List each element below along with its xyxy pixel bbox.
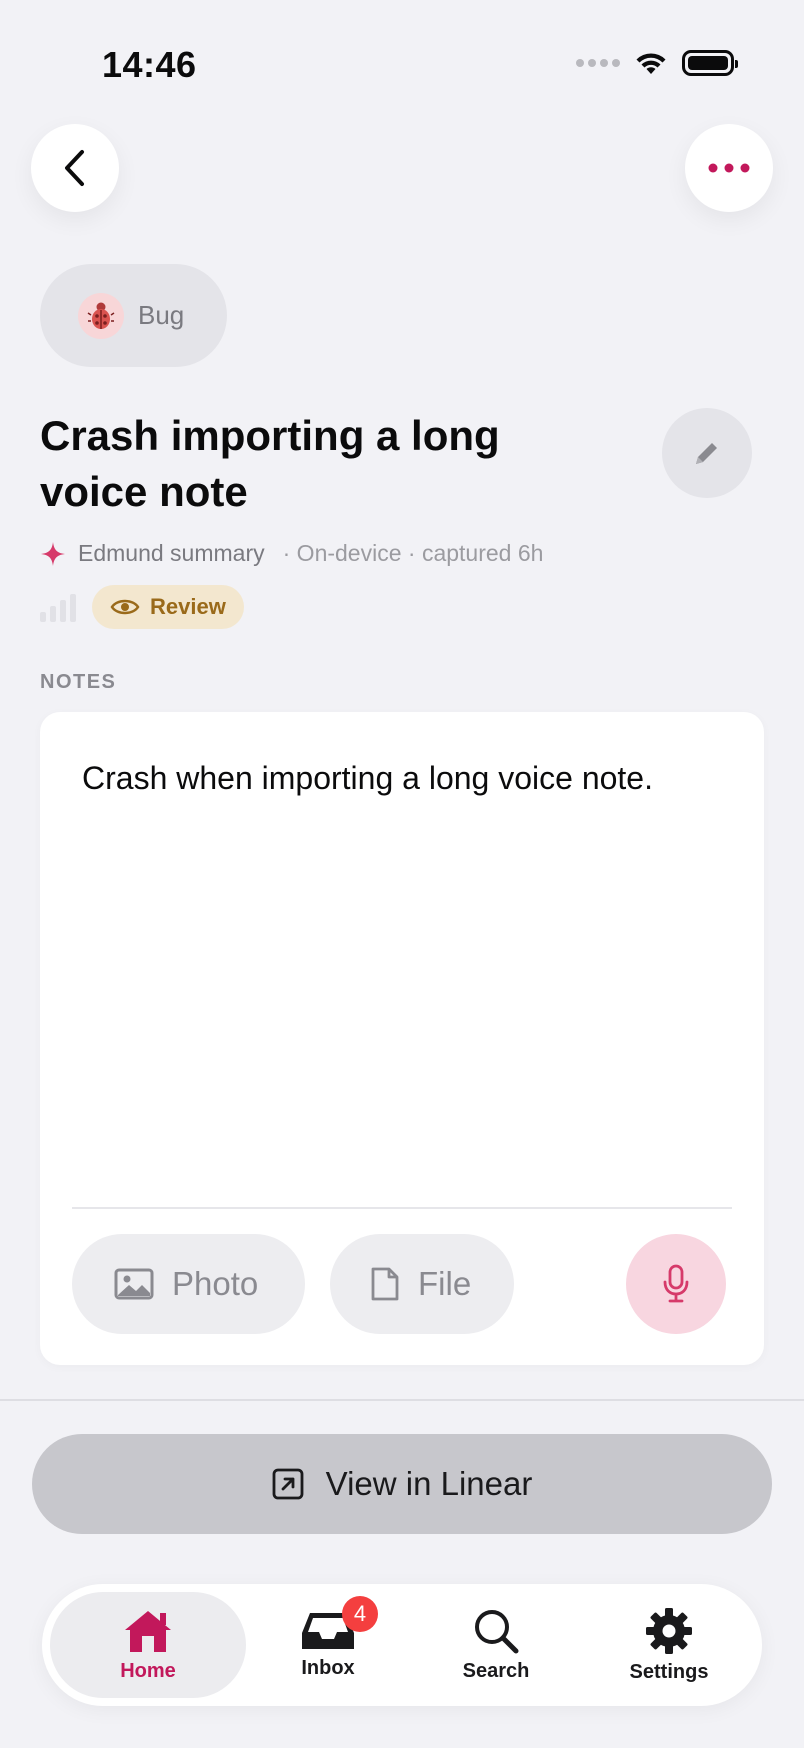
capture-info: · On-device · captured 6h	[282, 540, 544, 566]
summary-meta-row: Edmund summary · On-device · captured 6h	[40, 540, 543, 567]
tab-settings[interactable]: Settings	[584, 1592, 754, 1698]
record-voice-button[interactable]	[626, 1234, 726, 1334]
notes-card: Crash when importing a long voice note. …	[40, 712, 764, 1365]
issue-type-chip[interactable]: Bug	[40, 264, 227, 367]
issue-type-label: Bug	[138, 300, 185, 330]
tab-search[interactable]: Search	[416, 1592, 576, 1698]
pencil-icon	[696, 443, 717, 464]
eye-icon	[110, 599, 140, 615]
tab-search-label: Search	[462, 1659, 530, 1682]
inbox-badge: 4	[342, 1596, 378, 1632]
photo-label: Photo	[172, 1265, 259, 1302]
tab-settings-label: Settings	[629, 1660, 709, 1683]
microphone-icon	[663, 1264, 689, 1303]
attach-photo-button[interactable]: Photo	[72, 1234, 305, 1334]
sparkle-icon	[41, 541, 65, 566]
priority-bars-icon	[40, 594, 76, 622]
tab-inbox[interactable]: 4 Inbox	[248, 1592, 408, 1698]
photo-icon	[114, 1268, 154, 1300]
back-button[interactable]	[31, 124, 119, 212]
tab-home-label: Home	[120, 1659, 176, 1682]
wifi-icon	[636, 53, 666, 74]
tab-inbox-label: Inbox	[301, 1656, 355, 1679]
ladybug-icon	[78, 292, 124, 339]
house-icon	[125, 1610, 171, 1652]
gear-icon	[646, 1607, 692, 1654]
view-in-linear-label: View in Linear	[325, 1465, 533, 1502]
external-link-icon	[272, 1468, 304, 1500]
chevron-left-icon	[65, 150, 84, 186]
document-icon	[371, 1267, 399, 1301]
status-time: 14:46	[102, 44, 197, 85]
notes-divider	[72, 1207, 732, 1209]
issue-title: Crash importing a long voice note	[40, 412, 500, 515]
summary-source: Edmund summary	[78, 540, 265, 566]
view-in-linear-button[interactable]: View in Linear	[32, 1434, 772, 1534]
section-divider	[0, 1399, 804, 1401]
ellipsis-icon	[708, 163, 750, 173]
tab-bar: Home 4 Inbox Search Settings	[42, 1584, 762, 1706]
cellular-dots-icon	[576, 59, 620, 67]
edit-title-button[interactable]	[662, 408, 752, 498]
notes-section-label: NOTES	[40, 671, 117, 693]
attach-file-button[interactable]: File	[330, 1234, 514, 1334]
tab-home[interactable]: Home	[50, 1592, 246, 1698]
battery-icon	[682, 50, 738, 76]
status-badge[interactable]: Review	[92, 585, 244, 629]
status-label: Review	[150, 594, 226, 619]
status-indicators	[576, 50, 738, 76]
file-label: File	[418, 1265, 472, 1302]
magnifier-icon	[475, 1609, 519, 1653]
notes-text-area[interactable]: Crash when importing a long voice note.	[82, 760, 653, 797]
more-options-button[interactable]	[685, 124, 773, 212]
